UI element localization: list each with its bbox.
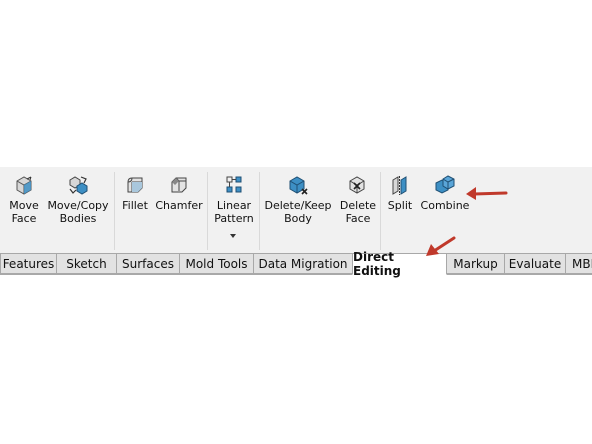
tab-evaluate[interactable]: Evaluate	[504, 253, 566, 274]
delete-keep-body-button[interactable]: Delete/Keep Body	[264, 174, 332, 225]
split-icon	[392, 176, 407, 195]
tab-data-migration-label: Data Migration	[258, 256, 348, 271]
ribbon-group-separator	[259, 172, 260, 250]
tab-features-label: Features	[2, 256, 55, 271]
linear-pattern-icon	[226, 176, 242, 193]
linear-pattern-dropdown-arrow[interactable]	[230, 234, 236, 238]
chamfer-label: Chamfer	[155, 199, 203, 212]
tab-features[interactable]: Features	[0, 253, 57, 274]
tab-surfaces-label: Surfaces	[122, 256, 174, 271]
split-button[interactable]: Split	[386, 174, 414, 212]
delete-keep-body-label: Delete/Keep Body	[264, 199, 332, 225]
delete-face-button[interactable]: Delete Face	[337, 174, 379, 225]
ribbon-group-separator	[207, 172, 208, 250]
fillet-icon	[127, 177, 143, 193]
tab-mbd-label: MBD	[572, 256, 592, 271]
move-face-label: Move Face	[9, 199, 39, 225]
tab-evaluate-label: Evaluate	[508, 256, 562, 271]
fillet-label: Fillet	[122, 199, 148, 212]
fillet-button[interactable]: Fillet	[118, 174, 152, 212]
tab-sketch[interactable]: Sketch	[56, 253, 117, 274]
move-face-icon	[16, 176, 32, 195]
move-face-button[interactable]: Move Face	[5, 174, 43, 225]
tab-mold-tools-label: Mold Tools	[185, 256, 248, 271]
move-copy-bodies-label: Move/Copy Bodies	[47, 199, 109, 225]
annotation-arrow-icon	[426, 236, 456, 256]
ribbon-group-separator	[114, 172, 115, 250]
delete-keep-body-icon	[289, 176, 308, 195]
linear-pattern-button[interactable]: Linear Pattern	[212, 174, 256, 225]
linear-pattern-label: Linear Pattern	[214, 199, 254, 225]
annotation-arrow-icon	[466, 187, 508, 200]
move-copy-bodies-icon	[69, 176, 88, 195]
tab-data-migration[interactable]: Data Migration	[253, 253, 353, 274]
tab-sketch-label: Sketch	[66, 256, 107, 271]
tab-mbd[interactable]: MBD	[565, 253, 592, 274]
chamfer-icon	[171, 177, 187, 193]
ribbon-group-separator	[380, 172, 381, 250]
tab-markup-label: Markup	[453, 256, 498, 271]
tab-surfaces[interactable]: Surfaces	[116, 253, 180, 274]
tab-mold-tools[interactable]: Mold Tools	[179, 253, 254, 274]
tab-strip-baseline	[0, 274, 592, 275]
move-copy-bodies-button[interactable]: Move/Copy Bodies	[46, 174, 110, 225]
combine-icon	[435, 175, 455, 194]
chamfer-button[interactable]: Chamfer	[155, 174, 203, 212]
delete-face-label: Delete Face	[339, 199, 377, 225]
delete-face-icon	[349, 176, 365, 194]
split-label: Split	[387, 199, 413, 212]
